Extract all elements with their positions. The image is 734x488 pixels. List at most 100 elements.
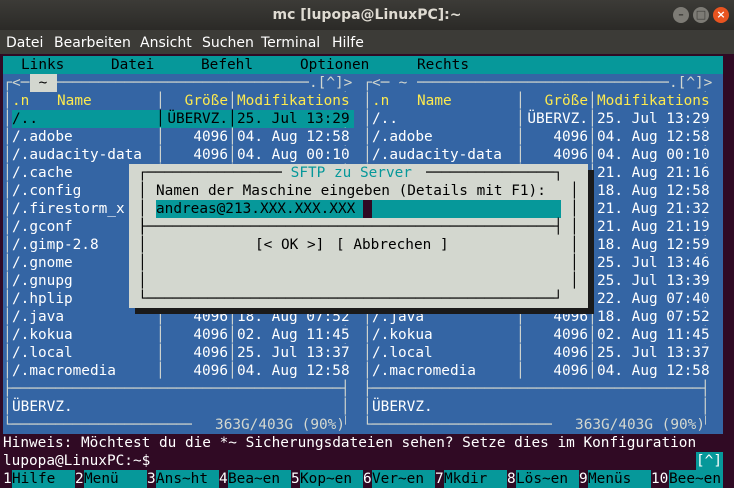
- col-sep: │: [228, 92, 237, 110]
- left-file-name[interactable]: /.macromedia: [12, 362, 156, 380]
- right-file-mod: 18. Aug 07:52: [597, 308, 714, 326]
- col-sep: │: [588, 218, 597, 236]
- cancel-button[interactable]: [ Abbrechen ]: [336, 236, 453, 254]
- hint-line: Hinweis: Möchtest du die *~ Sicherungsda…: [3, 434, 723, 452]
- file-row: │ │/.adobe│4096│04. Aug 12:58│ │/.adobe│…: [3, 128, 723, 146]
- fkey-9-label[interactable]: Menüs: [588, 470, 651, 488]
- left-file-name[interactable]: /.java: [12, 308, 156, 326]
- col-sep: │: [156, 344, 165, 362]
- file-row: │ │/.java│4096│18. Aug 07:52│ │/.java│40…: [3, 308, 723, 326]
- fkey-5-number[interactable]: 5: [291, 470, 300, 488]
- dialog-border-left: │: [138, 237, 147, 253]
- left-file-size: 4096: [165, 362, 228, 380]
- fkey-3-number[interactable]: 3: [147, 470, 156, 488]
- fkey-8-number[interactable]: 8: [507, 470, 516, 488]
- col-sep: │: [516, 146, 525, 164]
- close-button[interactable]: ×: [713, 7, 729, 23]
- right-file-name[interactable]: /.kokua: [372, 326, 516, 344]
- window-title: mc [lupopa@LinuxPC]:~: [272, 7, 462, 23]
- col-sep: │: [588, 182, 597, 200]
- mc-menu-links[interactable]: Links: [21, 56, 66, 74]
- col-sep: │: [516, 92, 525, 110]
- dialog-prompt: Namen der Maschine eingeben (Details mit…: [156, 183, 546, 199]
- maximize-button[interactable]: □: [693, 7, 709, 23]
- left-file-mod: 04. Aug 00:10: [237, 146, 354, 164]
- left-file-name[interactable]: /.audacity-data: [12, 146, 156, 164]
- mc-menu-befehl[interactable]: Befehl: [201, 56, 255, 74]
- right-disk-usage: 363G/403G (90%): [552, 416, 705, 434]
- fkey-4-number[interactable]: 4: [219, 470, 228, 488]
- dialog-border-right: │: [570, 237, 579, 253]
- right-file-mod: 25. Jul 13:39: [597, 272, 714, 290]
- right-panel-corner[interactable]: .[^]>: [669, 74, 714, 92]
- right-file-mod: 25. Jul 13:29: [597, 110, 714, 128]
- menu-bearbeiten[interactable]: Bearbeiten: [54, 30, 131, 54]
- right-file-name[interactable]: /.macromedia: [372, 362, 516, 380]
- fkey-4-label[interactable]: Bea~en: [228, 470, 291, 488]
- fkey-1-label[interactable]: Hilfe: [12, 470, 75, 488]
- prompt-corner-button[interactable]: [^]: [696, 452, 723, 470]
- col-sep: │: [588, 200, 597, 218]
- col-sep: │: [516, 362, 525, 380]
- right-panel-separator: ├──────────────────────────────────────┤: [363, 380, 723, 398]
- dialog-input-value[interactable]: andreas@213.XXX.XXX.XXX: [156, 200, 363, 218]
- right-file-name[interactable]: /.java: [372, 308, 516, 326]
- fkey-10-label[interactable]: Bee~en: [669, 470, 723, 488]
- fkey-2-number[interactable]: 2: [75, 470, 84, 488]
- minimize-button[interactable]: –: [673, 7, 689, 23]
- left-file-name[interactable]: /.kokua: [12, 326, 156, 344]
- left-panel-corner[interactable]: .[^]>: [309, 74, 354, 92]
- left-header-size: Größe: [165, 92, 228, 110]
- fkey-9-number[interactable]: 9: [579, 470, 588, 488]
- left-file-size: 4096: [165, 128, 228, 146]
- fkey-1-number[interactable]: 1: [3, 470, 12, 488]
- col-sep: │: [156, 326, 165, 344]
- right-file-mod: 18. Aug 12:58: [597, 182, 714, 200]
- menu-hilfe[interactable]: Hilfe: [332, 30, 364, 54]
- fkey-5-label[interactable]: Kop~en: [300, 470, 363, 488]
- col-sep: │: [156, 92, 165, 110]
- right-file-name[interactable]: /.adobe: [372, 128, 516, 146]
- menu-ansicht[interactable]: Ansicht: [140, 30, 192, 54]
- left-file-name[interactable]: /..: [12, 110, 156, 128]
- col-sep: │: [588, 164, 597, 182]
- left-file-name[interactable]: /.adobe: [12, 128, 156, 146]
- right-file-size: 4096: [525, 308, 588, 326]
- fkey-3-label[interactable]: Ans~ht: [156, 470, 219, 488]
- col-sep: │: [588, 110, 597, 128]
- mc-menu-optionen[interactable]: Optionen: [300, 56, 372, 74]
- menu-datei[interactable]: Datei: [6, 30, 43, 54]
- right-file-size: 4096: [525, 146, 588, 164]
- fkey-2-label[interactable]: Menü: [84, 470, 147, 488]
- fkey-7-label[interactable]: Mkdir: [444, 470, 507, 488]
- fkey-8-label[interactable]: Lös~en: [516, 470, 579, 488]
- fkey-6-number[interactable]: 6: [363, 470, 372, 488]
- menu-suchen[interactable]: Suchen: [202, 30, 254, 54]
- file-row: │ │/.local│4096│25. Jul 13:37│ │/.local│…: [3, 344, 723, 362]
- sftp-dialog: ┌───────────────────────────────────────…: [129, 164, 588, 308]
- terminal-menubar: Datei Bearbeiten Ansicht Suchen Terminal…: [0, 30, 734, 54]
- right-file-size: 4096: [525, 326, 588, 344]
- hint-text: Hinweis: Möchtest du die *~ Sicherungsda…: [3, 434, 723, 452]
- col-sep: │: [588, 344, 597, 362]
- left-file-mod: 25. Jul 13:37: [237, 344, 354, 362]
- fkey-10-number[interactable]: 10: [651, 470, 669, 488]
- right-file-name[interactable]: /.audacity-data: [372, 146, 516, 164]
- mc-menu-datei[interactable]: Datei: [111, 56, 156, 74]
- menu-terminal[interactable]: Terminal: [261, 30, 320, 54]
- title-bar[interactable]: mc [lupopa@LinuxPC]:~ – □ ×: [0, 0, 734, 30]
- col-sep: │: [516, 344, 525, 362]
- left-file-name[interactable]: /.local: [12, 344, 156, 362]
- mc-menu-rechts[interactable]: Rechts: [417, 56, 471, 74]
- panel-separators: ├──────────────────────────────────────┤…: [3, 380, 723, 398]
- col-sep: │: [156, 110, 165, 128]
- col-sep: │: [516, 110, 525, 128]
- col-sep: │: [588, 362, 597, 380]
- shell-prompt-text[interactable]: lupopa@LinuxPC:~$: [3, 452, 183, 470]
- ok-button[interactable]: [< OK >]: [255, 236, 327, 254]
- right-file-name[interactable]: /..: [372, 110, 516, 128]
- right-status-text: ÜBERVZ.: [372, 398, 552, 416]
- fkey-7-number[interactable]: 7: [435, 470, 444, 488]
- fkey-6-label[interactable]: Ver~en: [372, 470, 435, 488]
- right-file-name[interactable]: /.local: [372, 344, 516, 362]
